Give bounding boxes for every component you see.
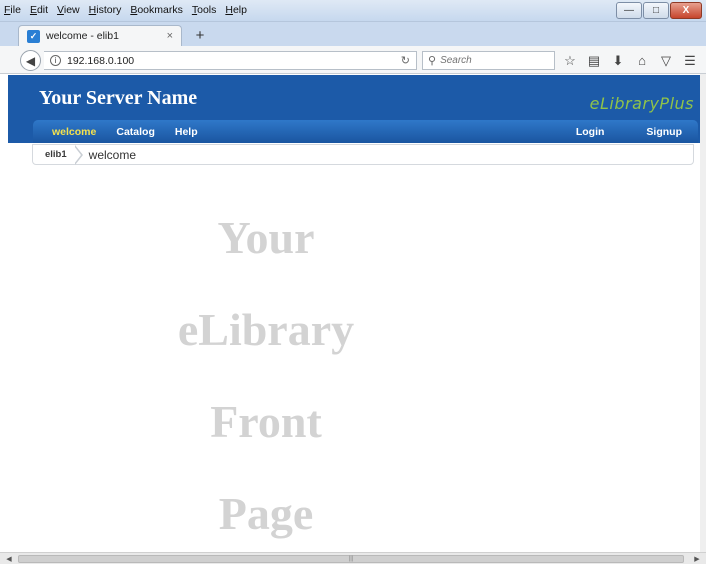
menu-bar: File Edit View History Bookmarks Tools H…: [4, 4, 247, 16]
scroll-left-arrow-icon[interactable]: ◀: [2, 554, 16, 564]
back-arrow-icon: ◀: [25, 53, 36, 68]
hamburger-menu-icon[interactable]: ☰: [678, 51, 702, 70]
front-page-placeholder: Your eLibrary Front Page: [128, 192, 404, 560]
reload-icon[interactable]: ↻: [401, 54, 416, 67]
menu-view[interactable]: View: [57, 4, 80, 16]
reading-list-icon[interactable]: ▤: [582, 51, 606, 70]
page-viewport: Your Server Name eLibraryPlus welcome Ca…: [8, 74, 700, 552]
search-icon: ⚲: [428, 55, 437, 67]
menu-tools[interactable]: Tools: [192, 4, 217, 16]
url-text[interactable]: 192.168.0.100: [67, 55, 395, 67]
pocket-icon[interactable]: ▽: [654, 51, 678, 70]
maximize-button[interactable]: □: [643, 2, 669, 19]
nav-right: Login Signup: [556, 126, 698, 138]
minimize-button[interactable]: —: [616, 2, 642, 19]
info-icon[interactable]: i: [50, 55, 61, 66]
url-bar[interactable]: i 192.168.0.100 ↻: [44, 51, 417, 70]
site-header: Your Server Name eLibraryPlus welcome Ca…: [8, 75, 700, 143]
front-page-line: Page: [218, 488, 314, 539]
tab-strip: ✓ welcome - elib1 × +: [0, 22, 706, 46]
tab-close-icon[interactable]: ×: [167, 30, 173, 42]
front-page-line: Your: [217, 212, 315, 263]
toolbar-icons: ☆ ▤ ⬇ ⌂ ▽ ☰: [558, 51, 702, 70]
horizontal-scrollbar[interactable]: ◀ ||| ▶: [0, 552, 706, 564]
bookmark-star-icon[interactable]: ☆: [558, 51, 582, 70]
nav-toolbar: ◀ i 192.168.0.100 ↻ ⚲ ☆ ▤ ⬇ ⌂ ▽ ☰: [0, 46, 706, 74]
front-page-line: eLibrary: [177, 304, 355, 355]
site-nav: welcome Catalog Help Login Signup: [33, 120, 698, 143]
scroll-right-arrow-icon[interactable]: ▶: [690, 554, 704, 564]
tab-title: welcome - elib1: [46, 30, 119, 42]
window-titlebar: File Edit View History Bookmarks Tools H…: [0, 0, 706, 22]
favicon-icon: ✓: [27, 29, 40, 43]
back-button[interactable]: ◀: [20, 50, 41, 71]
menu-help[interactable]: Help: [225, 4, 247, 16]
breadcrumb-root[interactable]: elib1: [33, 145, 75, 164]
close-window-button[interactable]: X: [670, 2, 702, 19]
search-bar[interactable]: ⚲: [422, 51, 555, 70]
nav-help[interactable]: Help: [175, 126, 198, 138]
vertical-edge: [700, 74, 706, 552]
brand-logo: eLibraryPlus: [589, 94, 694, 113]
menu-file[interactable]: File: [4, 4, 21, 16]
breadcrumb: elib1 welcome: [32, 144, 694, 165]
search-input[interactable]: [440, 55, 541, 66]
menu-edit[interactable]: Edit: [30, 4, 48, 16]
menu-bookmarks[interactable]: Bookmarks: [130, 4, 183, 16]
breadcrumb-current: welcome: [88, 147, 137, 162]
menu-history[interactable]: History: [89, 4, 122, 16]
download-icon[interactable]: ⬇: [606, 51, 630, 70]
nav-signup[interactable]: Signup: [646, 126, 682, 138]
new-tab-button[interactable]: +: [190, 26, 210, 44]
tab-welcome[interactable]: ✓ welcome - elib1 ×: [18, 25, 182, 46]
server-name: Your Server Name: [39, 87, 198, 109]
nav-welcome[interactable]: welcome: [52, 126, 96, 138]
front-page-line: Front: [210, 396, 322, 447]
nav-catalog[interactable]: Catalog: [116, 126, 155, 138]
nav-login[interactable]: Login: [576, 126, 605, 138]
scrollbar-thumb[interactable]: |||: [18, 555, 684, 563]
breadcrumb-separator: [73, 144, 87, 165]
home-icon[interactable]: ⌂: [630, 51, 654, 70]
window-controls: — □ X: [616, 2, 702, 19]
